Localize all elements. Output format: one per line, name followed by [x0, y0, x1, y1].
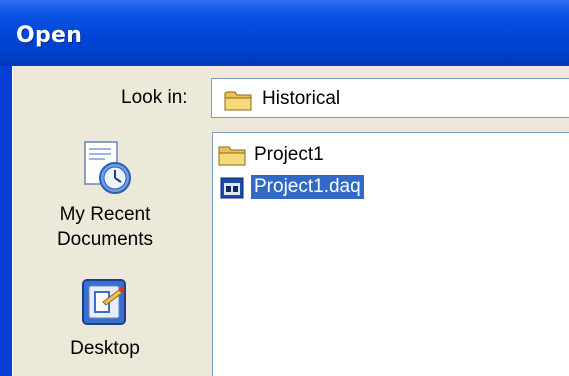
file-name: Project1.daq [251, 175, 364, 199]
folder-icon [218, 143, 248, 172]
open-dialog: Open Look in: Historical My Recent Docum… [0, 0, 569, 376]
window-title: Open [16, 23, 83, 48]
places-bar: My Recent Documents Desktop [13, 132, 197, 376]
place-label-line2: Documents [56, 229, 154, 250]
daq-file-icon [218, 175, 248, 206]
place-label-line1: My Recent [59, 204, 151, 225]
file-name: Project1 [254, 144, 324, 165]
folder-icon [224, 89, 254, 116]
place-desktop[interactable]: Desktop [13, 272, 197, 361]
title-bar[interactable]: Open [0, 0, 569, 66]
dialog-body: Look in: Historical My Recent Documents … [12, 66, 569, 376]
desktop-icon [73, 272, 137, 336]
recent-documents-icon [73, 138, 137, 202]
look-in-dropdown[interactable]: Historical [211, 78, 569, 118]
place-label: Desktop [70, 338, 140, 359]
look-in-label: Look in: [121, 87, 188, 108]
look-in-value: Historical [262, 88, 341, 109]
place-my-recent-documents[interactable]: My Recent Documents [13, 138, 197, 252]
file-list[interactable]: Project1 Project1.daq [212, 132, 569, 376]
